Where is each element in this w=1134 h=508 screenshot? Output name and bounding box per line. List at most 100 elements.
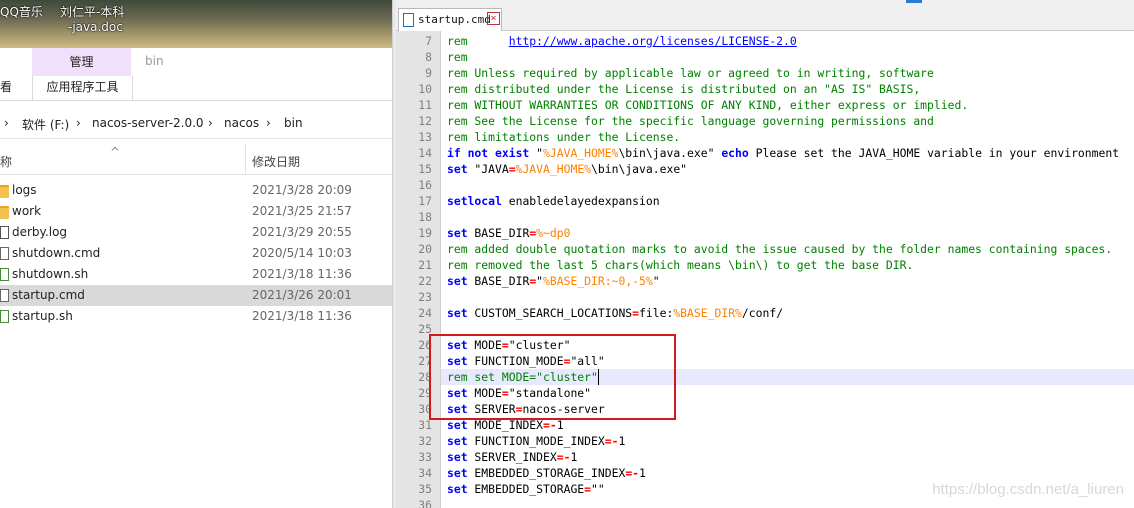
file-modified: 2021/3/28 20:09: [252, 183, 352, 197]
code-line[interactable]: rem removed the last 5 chars(which means…: [447, 257, 913, 273]
code-token: "cluster": [508, 338, 571, 352]
code-token: set: [447, 402, 468, 416]
code-token: set: [447, 162, 468, 176]
line-number: 7: [425, 34, 432, 48]
file-row-shutdown-sh[interactable]: shutdown.sh 2021/3/18 11:36: [0, 264, 392, 285]
file-modified: 2021/3/26 20:01: [252, 288, 352, 302]
breadcrumb-nacos-server[interactable]: nacos-server-2.0.0: [92, 116, 204, 130]
column-divider[interactable]: [245, 144, 246, 174]
file-row-work[interactable]: work 2021/3/25 21:57: [0, 201, 392, 222]
log-file-icon: [0, 226, 9, 239]
code-token: BASE_DIR: [467, 274, 530, 288]
file-name: shutdown.cmd: [12, 246, 101, 260]
code-token: echo: [721, 146, 749, 160]
tab-view[interactable]: 查看: [0, 78, 12, 95]
code-line[interactable]: rem limitations under the License.: [447, 129, 680, 145]
file-modified: 2021/3/18 11:36: [252, 309, 352, 323]
cmd-file-icon: [0, 247, 9, 260]
line-number: 27: [418, 354, 432, 368]
address-bar[interactable]: › 软件 (F:) › nacos-server-2.0.0 › nacos ›…: [0, 108, 392, 139]
code-token: enabledelayedexpansion: [501, 194, 660, 208]
code-token: ": [536, 274, 544, 288]
text-editor: startup.cmd × 7 8 9 10 11 12 13 14 15 16 17 18 19 20 2…: [396, 0, 1134, 508]
code-token: ": [529, 146, 544, 160]
code-line[interactable]: rem http://www.apache.org/licenses/LICEN…: [447, 33, 797, 49]
tab-application-tools[interactable]: 应用程序工具: [32, 76, 133, 100]
code-token: set: [447, 450, 468, 464]
toolbar-icon[interactable]: [906, 0, 922, 3]
code-line[interactable]: set EMBEDDED_STORAGE_INDEX=-1: [447, 465, 646, 481]
code-line[interactable]: set FUNCTION_MODE="all": [447, 353, 605, 369]
code-line[interactable]: set SERVER=nacos-server: [447, 401, 605, 417]
code-token: rem set MODE="cluster": [447, 370, 598, 384]
tab-filename: startup.cmd: [418, 13, 491, 26]
code-line[interactable]: rem distributed under the License is dis…: [447, 81, 920, 97]
line-number: 26: [418, 338, 432, 352]
code-token: "": [591, 482, 605, 496]
code-line[interactable]: rem Unless required by applicable law or…: [447, 65, 934, 81]
line-number: 25: [418, 322, 432, 336]
code-line[interactable]: set MODE="cluster": [447, 337, 570, 353]
code-line[interactable]: rem See the License for the specific lan…: [447, 113, 934, 129]
desktop-item-qq-music[interactable]: QQ音乐: [0, 3, 43, 20]
desktop-item-document-ext[interactable]: -java.doc: [68, 20, 123, 34]
code-line[interactable]: rem: [447, 49, 468, 65]
file-row-logs[interactable]: logs 2021/3/28 20:09: [0, 180, 392, 201]
breadcrumb-nacos[interactable]: nacos: [224, 116, 259, 130]
code-line[interactable]: set "JAVA=%JAVA_HOME%\bin\java.exe": [447, 161, 687, 177]
file-row-derby-log[interactable]: derby.log 2021/3/29 20:55: [0, 222, 392, 243]
code-token: rem added double quotation marks to avoi…: [447, 242, 1113, 256]
code-line[interactable]: set SERVER_INDEX=-1: [447, 449, 577, 465]
line-number: 10: [418, 82, 432, 96]
code-line[interactable]: set BASE_DIR="%BASE_DIR:~0,-5%": [447, 273, 660, 289]
code-token: EMBEDDED_STORAGE: [467, 482, 585, 496]
column-modified[interactable]: 修改日期: [252, 153, 300, 170]
code-token: set: [447, 226, 468, 240]
code-token: file:: [639, 306, 674, 320]
line-number: 22: [418, 274, 432, 288]
code-line[interactable]: set EMBEDDED_STORAGE="": [447, 481, 605, 497]
code-token: %BASE_DIR%: [673, 306, 742, 320]
code-token: =: [501, 338, 509, 352]
line-number: 8: [425, 50, 432, 64]
column-name[interactable]: 名称: [0, 153, 12, 170]
line-number: 9: [425, 66, 432, 80]
code-line[interactable]: set FUNCTION_MODE_INDEX=-1: [447, 433, 625, 449]
code-token: set: [447, 466, 468, 480]
code-line[interactable]: set MODE_INDEX=-1: [447, 417, 564, 433]
code-token: rem WITHOUT WARRANTIES OR CONDITIONS OF …: [447, 98, 969, 112]
code-token: set: [447, 306, 468, 320]
file-row-shutdown-cmd[interactable]: shutdown.cmd 2020/5/14 10:03: [0, 243, 392, 264]
code-line[interactable]: setlocal enabledelayedexpansion: [447, 193, 660, 209]
sh-file-icon: [0, 268, 9, 281]
close-icon[interactable]: ×: [487, 12, 500, 25]
code-line[interactable]: rem WITHOUT WARRANTIES OR CONDITIONS OF …: [447, 97, 968, 113]
code-line[interactable]: set BASE_DIR=%~dp0: [447, 225, 570, 241]
desktop-item-document[interactable]: 刘仁平-本科: [60, 3, 124, 20]
tab-startup-cmd[interactable]: startup.cmd ×: [398, 8, 502, 31]
code-token: =-: [625, 466, 640, 480]
code-token: rem: [447, 34, 468, 48]
desktop-background: QQ音乐 刘仁平-本科 -java.doc: [0, 0, 392, 48]
code-line[interactable]: set CUSTOM_SEARCH_LOCATIONS=file:%BASE_D…: [447, 305, 783, 321]
line-number: 34: [418, 466, 432, 480]
code-line[interactable]: if not exist "%JAVA_HOME%\bin\java.exe" …: [447, 145, 1119, 161]
code-token: "standalone": [508, 386, 592, 400]
file-modified: 2020/5/14 10:03: [252, 246, 352, 260]
code-line[interactable]: set MODE="standalone": [447, 385, 591, 401]
file-row-startup-cmd[interactable]: startup.cmd 2021/3/26 20:01: [0, 285, 392, 306]
file-row-startup-sh[interactable]: startup.sh 2021/3/18 11:36: [0, 306, 392, 327]
breadcrumb-drive[interactable]: 软件 (F:): [22, 116, 69, 133]
code-token: BASE_DIR: [467, 226, 530, 240]
code-token: set: [447, 386, 468, 400]
code-token: rem removed the last 5 chars(which means…: [447, 258, 914, 272]
code-token: =: [632, 306, 640, 320]
line-number: 30: [418, 402, 432, 416]
code-token: 1: [618, 434, 626, 448]
code-line[interactable]: rem set MODE="cluster": [447, 369, 598, 385]
code-token: rem distributed under the License is dis…: [447, 82, 921, 96]
code-token: MODE_INDEX: [467, 418, 544, 432]
breadcrumb-bin[interactable]: bin: [284, 116, 303, 130]
code-line[interactable]: rem added double quotation marks to avoi…: [447, 241, 1112, 257]
